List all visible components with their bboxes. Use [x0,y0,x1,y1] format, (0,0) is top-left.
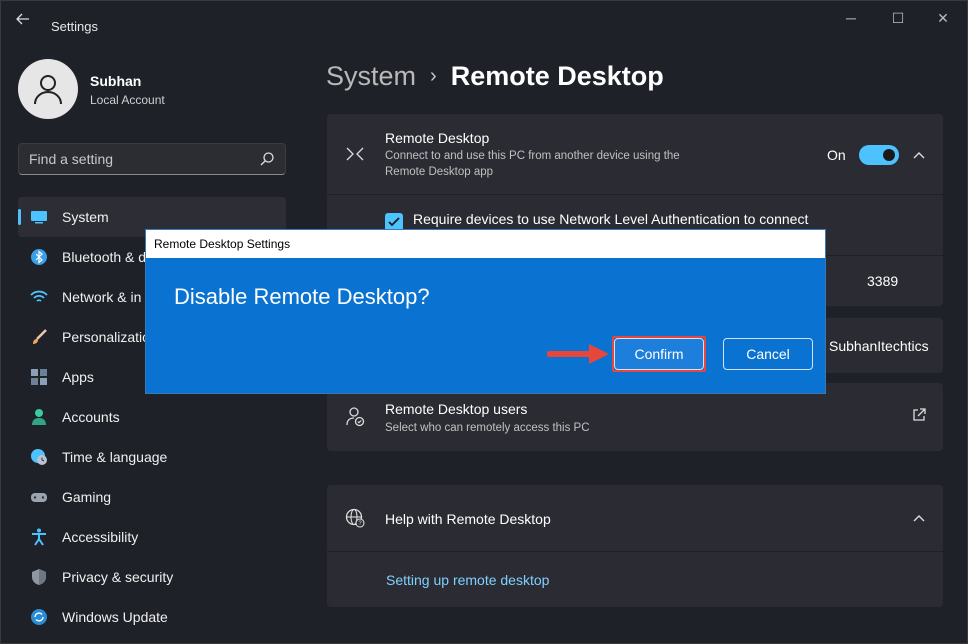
external-link-icon[interactable] [911,407,927,423]
remote-desktop-card[interactable]: Remote Desktop Connect to and use this P… [327,114,943,194]
settings-window: Settings ─ ☐ ✕ Subhan Local Account Syst… [0,0,968,644]
users-icon [346,407,365,427]
sidebar-item-accounts[interactable]: Accounts [18,397,286,437]
user-icon [34,75,62,105]
pc-name-value: SubhanItechtics [829,338,929,354]
user-name: Subhan [90,73,142,89]
help-title: Help with Remote Desktop [385,511,551,527]
sidebar-item-label: Windows Update [62,609,168,625]
sidebar-item-label: Network & in [62,289,142,305]
window-title: Settings [51,19,98,34]
sidebar-item-label: Apps [62,369,94,385]
confirm-button[interactable]: Confirm [614,338,704,370]
sidebar-item-label: Accessibility [62,529,139,545]
back-arrow-icon[interactable] [15,11,35,27]
port-value: 3389 [867,273,899,289]
close-button[interactable]: ✕ [923,7,963,29]
network-icon [30,290,48,302]
globe-help-icon: ? [345,508,365,528]
dialog-message: Disable Remote Desktop? [174,284,430,309]
toggle-state-label: On [827,147,846,163]
sidebar-item-label: Gaming [62,489,112,505]
shield-icon [32,569,46,585]
setup-remote-desktop-link[interactable]: Setting up remote desktop [386,572,549,588]
cancel-button[interactable]: Cancel [723,338,813,370]
dialog-title: Remote Desktop Settings [154,237,291,251]
sidebar-item-privacy-security[interactable]: Privacy & security [18,557,286,597]
chevron-right-icon: › [430,65,437,87]
sidebar-item-label: Privacy & security [62,569,174,585]
dialog-title-bar: Remote Desktop Settings [146,230,825,258]
sidebar-item-label: Bluetooth & d [62,249,147,265]
maximize-button[interactable]: ☐ [878,7,918,29]
red-arrow-icon [547,344,609,364]
page-title: Remote Desktop [450,61,664,91]
apps-icon [31,369,47,385]
sidebar-item-time-language[interactable]: Time & language [18,437,286,477]
update-icon [31,609,47,625]
remote-desktop-description: Connect to and use this PC from another … [385,150,680,178]
remote-desktop-settings-dialog: Remote Desktop Settings Disable Remote D… [145,229,826,394]
nla-label: Require devices to use Network Level Aut… [413,211,809,227]
users-description: Select who can remotely access this PC [385,422,590,434]
remote-desktop-toggle[interactable] [859,145,899,165]
chevron-up-icon[interactable] [911,147,927,163]
sidebar-item-gaming[interactable]: Gaming [18,477,286,517]
users-title: Remote Desktop users [385,401,528,417]
brush-icon [33,329,47,344]
help-card[interactable]: ? Help with Remote Desktop [327,485,943,551]
sidebar-item-windows-update[interactable]: Windows Update [18,597,286,637]
remote-desktop-title: Remote Desktop [385,130,490,146]
sidebar-item-accessibility[interactable]: Accessibility [18,517,286,557]
remote-desktop-icon [346,147,364,161]
minimize-button[interactable]: ─ [831,7,871,29]
time-language-icon [31,449,47,465]
accessibility-icon [32,528,46,546]
breadcrumb: System › Remote Desktop [326,61,664,92]
breadcrumb-parent[interactable]: System [326,61,416,92]
sidebar-item-label: System [62,209,109,225]
help-body: Setting up remote desktop [327,552,943,607]
account-type: Local Account [90,93,165,107]
sidebar-item-label: Accounts [62,409,120,425]
search-box[interactable] [18,143,286,175]
bluetooth-icon [31,249,47,265]
search-icon[interactable] [259,151,275,167]
sidebar-item-label: Personalizatio [62,329,150,345]
gaming-icon [31,493,47,502]
sidebar-item-label: Time & language [62,449,168,465]
chevron-up-icon[interactable] [911,510,927,526]
system-icon [31,211,47,224]
accounts-icon [32,409,46,425]
title-bar: Settings ─ ☐ ✕ [1,1,967,37]
avatar[interactable] [18,59,78,119]
search-input[interactable] [29,151,249,167]
